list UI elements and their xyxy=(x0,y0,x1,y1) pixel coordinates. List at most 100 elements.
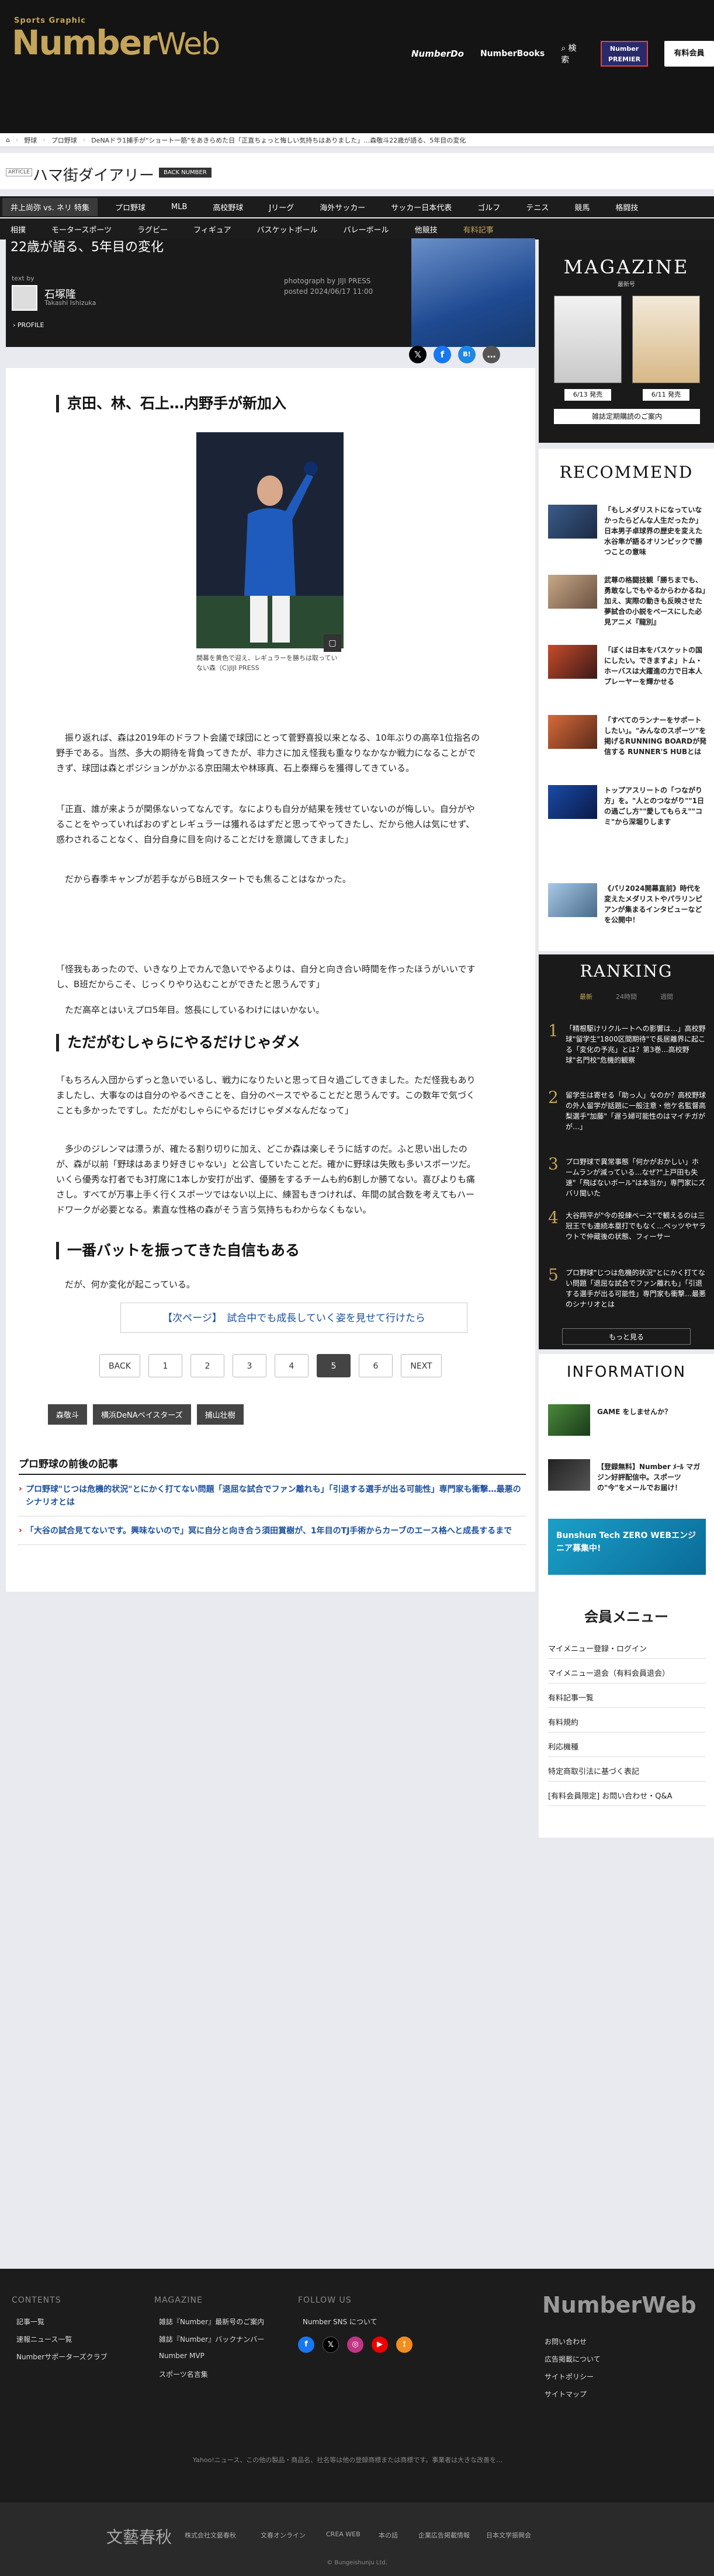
tab-24h[interactable]: 24時間 xyxy=(616,992,637,1001)
nav-item[interactable]: フィギュア xyxy=(193,224,231,235)
tab-weekly[interactable]: 週間 xyxy=(660,992,673,1001)
member-menu-item[interactable]: マイメニュー登録・ログイン xyxy=(548,1643,706,1659)
x-share-icon[interactable]: 𝕏 xyxy=(409,346,427,363)
tech-banner[interactable]: Bunshun Tech ZERO WEBエンジニア募集中! xyxy=(548,1519,706,1575)
recommend-item[interactable]: 「ぼくは日本をバスケットの国にしたい。できますよ」トム・ホーバスは大躍進の力で日… xyxy=(548,645,707,703)
number-books-link[interactable]: NumberBooks xyxy=(480,49,545,58)
publisher-link[interactable]: 企業広告掲載情報 xyxy=(418,2530,470,2540)
nav-item[interactable]: バレーボール xyxy=(344,224,389,235)
search-button[interactable]: ⌕ 検索 xyxy=(561,42,584,65)
footer-link[interactable]: Numberサポーターズクラブ xyxy=(16,2352,108,2362)
nav-item[interactable]: プロ野球 xyxy=(115,202,145,213)
pager-page-1[interactable]: 1 xyxy=(148,1354,182,1377)
recommend-item[interactable]: トップアスリートの「つながり方」を。"人とのつながり""1日の過ごし方""愛して… xyxy=(548,785,707,843)
nav-item[interactable]: テニス xyxy=(526,202,549,213)
ranking-item[interactable]: 2 留学生は寄せる「助っ人」なのか？高校野球の外人留学が話題に一般注意・他ケ名監… xyxy=(548,1088,706,1146)
nav-item[interactable]: MLB xyxy=(171,203,187,211)
pager-page-3[interactable]: 3 xyxy=(233,1354,266,1377)
next-page-link[interactable]: 【次ページ】 試合中でも成長していく姿を見せて行けたら xyxy=(120,1303,467,1333)
nav-item[interactable]: 海外サッカー xyxy=(320,202,365,213)
number-do-link[interactable]: NumberDo xyxy=(411,48,464,59)
home-icon[interactable]: ⌂ xyxy=(6,136,10,144)
more-share-icon[interactable]: … xyxy=(483,346,500,363)
member-menu-item[interactable]: マイメニュー退会（有料会員退会） xyxy=(548,1667,706,1683)
nav-item[interactable]: サッカー日本代表 xyxy=(391,202,452,213)
footer-logo[interactable]: NumberWeb xyxy=(542,2292,696,2318)
information-item[interactable]: GAME をしませんか？ xyxy=(548,1404,707,1439)
recommend-item[interactable]: 「もしメダリストになっていなかったらどんな人生だったか」日本男子卓球界の歴史を変… xyxy=(548,505,707,563)
magazine-cover-special[interactable] xyxy=(632,296,700,383)
breadcrumb-item[interactable]: プロ野球 xyxy=(51,136,77,145)
nav-item[interactable]: 競馬 xyxy=(574,202,590,213)
tag-chip[interactable]: 横浜DeNAベイスターズ xyxy=(93,1404,191,1425)
footer-link[interactable]: 雑誌『Number』最新号のご案内 xyxy=(159,2317,264,2327)
footer-link[interactable]: サイトマップ xyxy=(545,2389,587,2399)
article-photo[interactable] xyxy=(196,432,344,648)
nav-item[interactable]: 高校野球 xyxy=(213,202,243,213)
related-article-link[interactable]: 「大谷の試合見てないです。興味ないので」冥に自分と向き合う須田賞樹が、1年目のT… xyxy=(19,1516,526,1545)
footer-link[interactable]: 広告掲載について xyxy=(545,2354,601,2364)
nav-item[interactable]: 格闘技 xyxy=(615,202,638,213)
ranking-more-button[interactable]: もっと見る xyxy=(562,1328,691,1345)
hatena-share-icon[interactable]: B! xyxy=(458,346,476,363)
signup-button[interactable]: 有料会員 xyxy=(664,41,714,67)
footer-link[interactable]: 記事一覧 xyxy=(16,2317,44,2327)
rss-icon[interactable]: ⟟ xyxy=(396,2337,413,2353)
x-icon[interactable]: 𝕏 xyxy=(323,2337,339,2353)
nav-item[interactable]: ゴルフ xyxy=(477,202,500,213)
premier-button[interactable]: Number PREMIER xyxy=(601,41,649,67)
information-item[interactable]: 【登録無料】Number ﾒｰﾙ マガジン好評配信中。スポーツの"今"をメールで… xyxy=(548,1459,707,1494)
nav-item[interactable]: 他競技 xyxy=(415,224,438,235)
footer-link[interactable]: 雑誌『Number』バックナンバー xyxy=(159,2334,264,2344)
profile-link[interactable]: › PROFILE xyxy=(13,321,44,329)
facebook-icon[interactable]: f xyxy=(298,2337,314,2353)
footer-link[interactable]: 速報ニュース一覧 xyxy=(16,2334,72,2344)
pager-page-4[interactable]: 4 xyxy=(275,1354,309,1377)
ranking-item[interactable]: 1 「精根駆けリクルートへの影響は…」高校野球"留学生"1800区間期待"で長居… xyxy=(548,1021,706,1079)
tab-latest[interactable]: 最新 xyxy=(580,992,592,1001)
magazine-cover-number[interactable] xyxy=(554,296,622,383)
footer-link[interactable]: スポーツ名言集 xyxy=(159,2369,208,2379)
site-logo[interactable]: Sports Graphic NumberWeb xyxy=(12,16,220,62)
youtube-icon[interactable]: ▶ xyxy=(372,2337,388,2353)
related-article-link[interactable]: プロ野球"じつは危機的状況"とにかく打てない問題「退屈な試合でファン離れも」「引… xyxy=(19,1475,526,1516)
footer-link[interactable]: Number MVP xyxy=(159,2352,205,2360)
publisher-link[interactable]: CREA WEB xyxy=(326,2530,361,2538)
member-menu-item[interactable]: 利応機種 xyxy=(548,1741,706,1757)
pager-page-2[interactable]: 2 xyxy=(190,1354,224,1377)
nav-item[interactable]: バスケットボール xyxy=(257,224,318,235)
nav-item[interactable]: ラグビー xyxy=(137,224,168,235)
ranking-item[interactable]: 4 大谷翔平が"今の投練ベース"で観えるのは三冠王でも連続本塁打でもなく…ペッツ… xyxy=(548,1208,706,1266)
subscription-button[interactable]: 雑誌定期購読のご案内 xyxy=(554,409,700,424)
ranking-item[interactable]: 5 プロ野球"じつは危機的状況"とにかく打てない問題「退屈な試合でファン離れも」… xyxy=(548,1265,706,1324)
recommend-item[interactable]: 武尊の格闘技観「勝ちまでも、勇敢なしでもやるからわかるね」加え、実際の動きも反映… xyxy=(548,575,707,633)
instagram-icon[interactable]: ◎ xyxy=(347,2337,363,2353)
tag-chip[interactable]: 森敬斗 xyxy=(48,1404,88,1425)
publisher-link[interactable]: 株式会社文藝春秋 xyxy=(185,2530,236,2540)
footer-link[interactable]: サイトポリシー xyxy=(545,2372,594,2381)
publisher-logo[interactable]: 文藝春秋 xyxy=(106,2525,172,2548)
member-menu-item[interactable]: 有料記事一覧 xyxy=(548,1692,706,1708)
publisher-link[interactable]: 日本文学振興会 xyxy=(486,2530,531,2540)
recommend-item[interactable]: 《パリ2024開幕直前》時代を変えたメダリストやパラリンピアンが集まるインタビュ… xyxy=(548,883,707,942)
publisher-link[interactable]: 文春オンライン xyxy=(261,2530,306,2540)
member-menu-item[interactable]: 有料規約 xyxy=(548,1716,706,1733)
publisher-link[interactable]: 本の話 xyxy=(379,2530,398,2540)
nav-item-premium[interactable]: 有料記事 xyxy=(463,224,494,235)
pager-page-6[interactable]: 6 xyxy=(359,1354,393,1377)
nav-item[interactable]: モータースポーツ xyxy=(51,224,112,235)
ranking-item[interactable]: 3 プロ野球で異常事態「何かがおかしい」ホームランが減っている…なぜ?"上戸田も… xyxy=(548,1154,706,1213)
member-menu-item[interactable]: 特定商取引法に基づく表記 xyxy=(548,1765,706,1782)
author-avatar[interactable] xyxy=(12,285,37,311)
pager-next-button[interactable]: NEXT xyxy=(401,1354,442,1377)
member-menu-item[interactable]: [有料会員限定] お問い合わせ・Q&A xyxy=(548,1790,706,1806)
footer-link[interactable]: お問い合わせ xyxy=(545,2337,587,2346)
recommend-item[interactable]: 「すべてのランナーをサポートしたい」。"みんなのスポーツ"を掲げるRUNNING… xyxy=(548,715,707,773)
column-title[interactable]: ハマ街ダイアリー xyxy=(33,164,154,185)
facebook-share-icon[interactable]: f xyxy=(434,346,451,363)
breadcrumb-item[interactable]: 野球 xyxy=(24,136,37,145)
nav-item[interactable]: 相撲 xyxy=(11,224,26,235)
tag-chip[interactable]: 捕山壮樹 xyxy=(196,1404,244,1425)
footer-link[interactable]: Number SNS について xyxy=(303,2317,377,2327)
nav-item[interactable]: Jリーグ xyxy=(269,202,294,213)
